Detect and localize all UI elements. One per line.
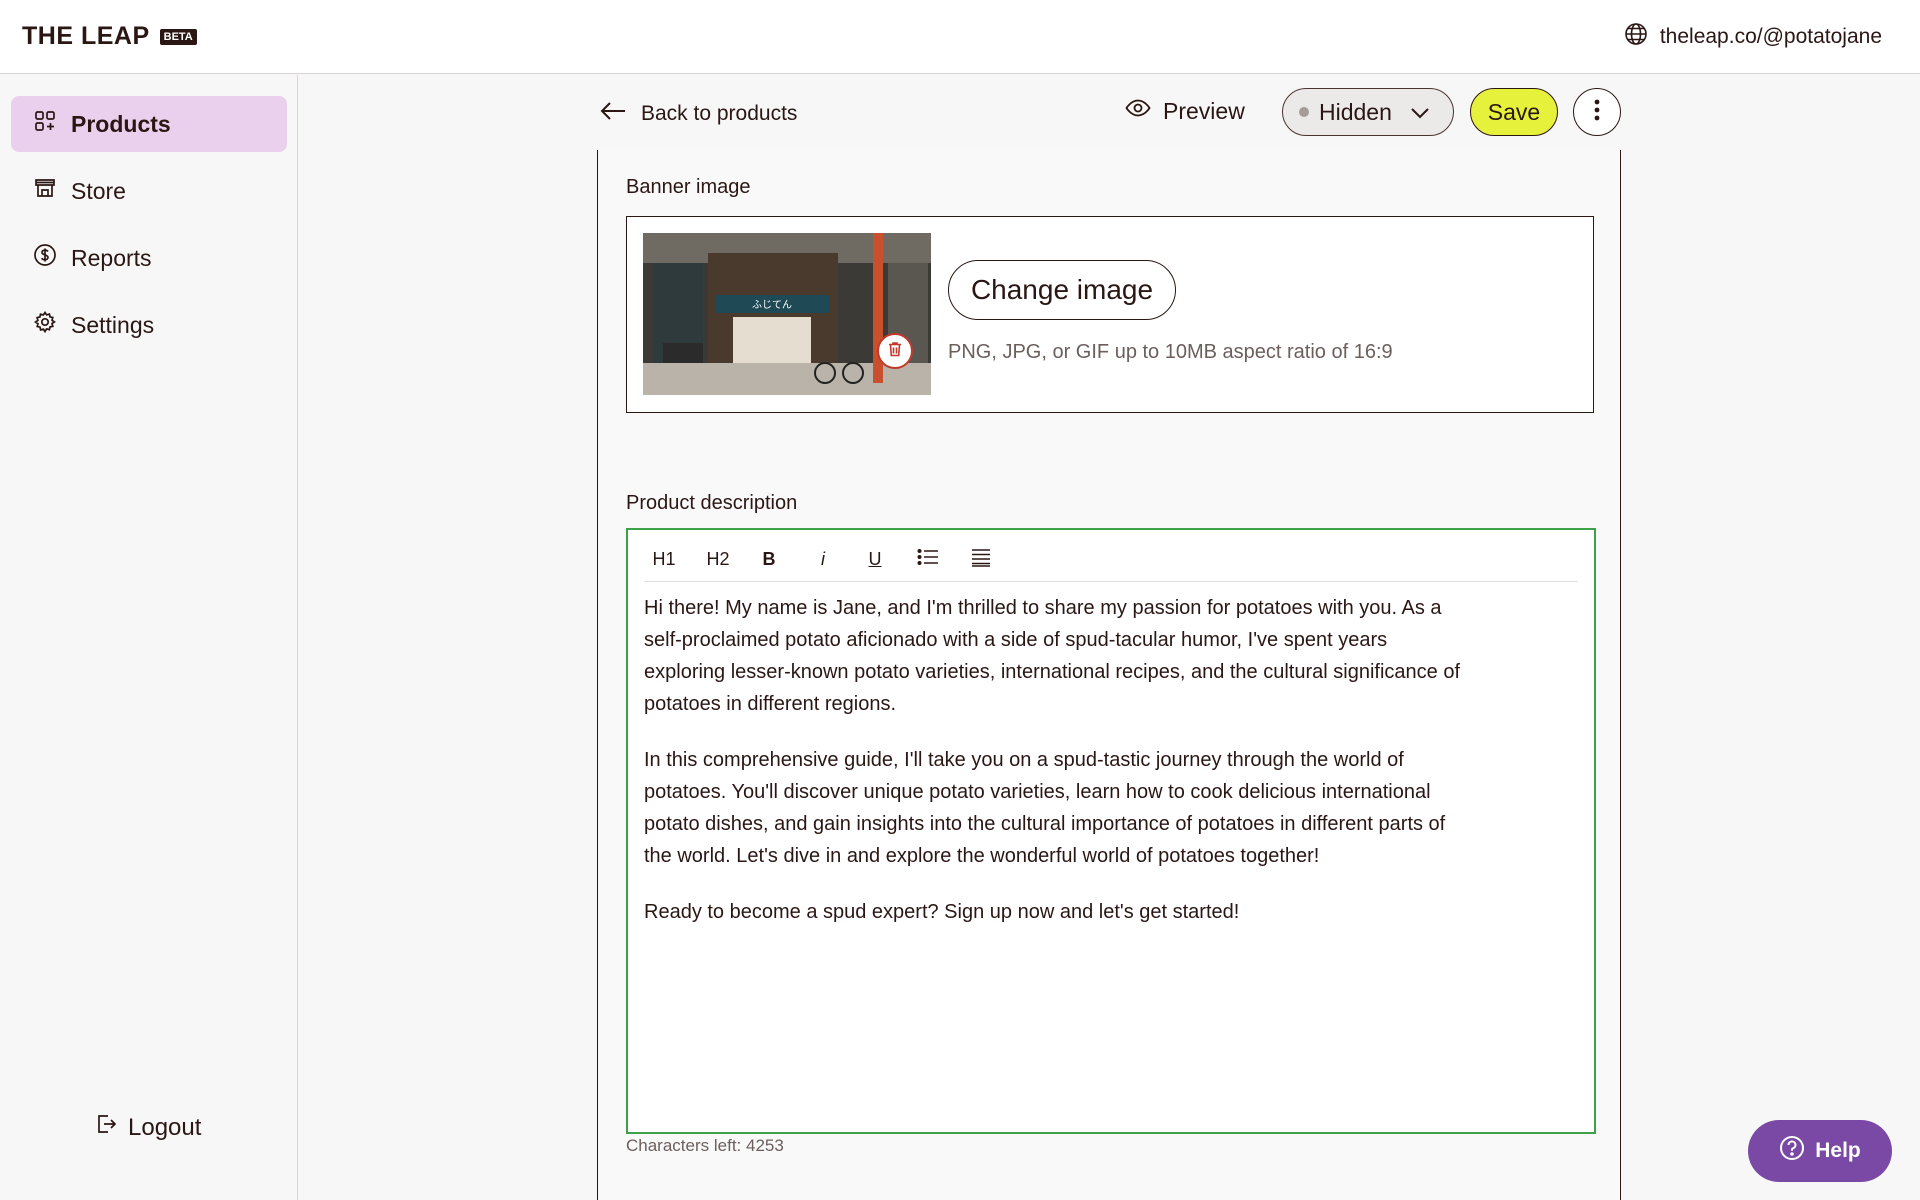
- sidebar-item-settings[interactable]: Settings: [11, 297, 287, 353]
- delete-image-button[interactable]: [877, 333, 913, 369]
- description-paragraph: Ready to become a spud expert? Sign up n…: [644, 901, 1240, 923]
- more-options-button[interactable]: [1573, 88, 1621, 136]
- eye-icon: [1125, 97, 1151, 125]
- align-justify-icon: [970, 547, 992, 572]
- back-to-products-link[interactable]: Back to products: [599, 99, 797, 129]
- site-link[interactable]: theleap.co/@potatojane: [1624, 22, 1882, 52]
- change-image-button[interactable]: Change image: [948, 260, 1176, 320]
- sidebar: Products Store Reports Settings: [0, 75, 298, 1200]
- banner-image-thumbnail: ふじてん: [643, 233, 931, 395]
- logout-icon: [94, 1112, 118, 1143]
- bullet-list-button[interactable]: [911, 544, 945, 574]
- beta-badge: BETA: [159, 28, 197, 45]
- description-paragraph: Hi there! My name is Jane, and I'm thril…: [644, 597, 1461, 715]
- status-dot: [1299, 107, 1309, 117]
- preview-label: Preview: [1163, 97, 1245, 124]
- bullet-list-icon: [917, 548, 939, 571]
- grid-plus-icon: [33, 109, 57, 139]
- help-button[interactable]: Help: [1748, 1120, 1892, 1182]
- visibility-select[interactable]: Hidden: [1282, 88, 1454, 136]
- italic-button[interactable]: i: [806, 544, 840, 574]
- description-editor[interactable]: H1 H2 B i U Hi there! My name is Jane, a…: [626, 528, 1596, 1134]
- svg-text:ふじてん: ふじてん: [752, 299, 792, 311]
- visibility-value: Hidden: [1319, 98, 1392, 125]
- sidebar-item-products[interactable]: Products: [11, 96, 287, 152]
- editor-header: Back to products Preview Hidden Save: [299, 75, 1920, 150]
- globe-icon: [1624, 22, 1648, 52]
- editor-toolbar: H1 H2 B i U: [644, 544, 1578, 582]
- underline-button[interactable]: U: [858, 544, 892, 574]
- h1-button[interactable]: H1: [644, 544, 684, 574]
- upload-hint: PNG, JPG, or GIF up to 10MB aspect ratio…: [948, 341, 1393, 363]
- bold-button[interactable]: B: [752, 544, 786, 574]
- logout-label: Logout: [128, 1113, 202, 1141]
- help-label: Help: [1815, 1139, 1861, 1162]
- more-vertical-icon: [1593, 98, 1601, 127]
- logo-text: THE LEAP: [22, 22, 150, 50]
- sidebar-item-label: Store: [71, 177, 126, 204]
- characters-left-counter: Characters left: 4253: [626, 1136, 784, 1155]
- sidebar-item-reports[interactable]: Reports: [11, 230, 287, 286]
- dollar-circle-icon: [33, 243, 57, 273]
- product-description-label: Product description: [626, 492, 798, 514]
- sidebar-item-label: Reports: [71, 244, 152, 271]
- save-button[interactable]: Save: [1470, 88, 1558, 136]
- site-link-text: theleap.co/@potatojane: [1659, 25, 1882, 48]
- editor-content[interactable]: Hi there! My name is Jane, and I'm thril…: [644, 592, 1464, 952]
- align-justify-button[interactable]: [964, 544, 998, 574]
- preview-button[interactable]: Preview: [1125, 97, 1245, 125]
- trash-icon: [886, 340, 904, 363]
- logo[interactable]: THE LEAP BETA: [22, 22, 197, 51]
- banner-image-box: ふじてん Change image PNG, JPG, or GIF up to…: [626, 216, 1594, 413]
- storefront-icon: [33, 176, 57, 206]
- arrow-left-icon: [599, 99, 627, 129]
- back-label: Back to products: [641, 102, 798, 125]
- product-editor-card: Banner image ふじてん Change image PNG, JPG,…: [597, 150, 1621, 1200]
- sidebar-item-store[interactable]: Store: [11, 163, 287, 219]
- logout-button[interactable]: Logout: [94, 1112, 201, 1143]
- top-bar: THE LEAP BETA theleap.co/@potatojane: [0, 0, 1920, 74]
- h2-button[interactable]: H2: [698, 544, 738, 574]
- sidebar-item-label: Settings: [71, 311, 155, 338]
- description-paragraph: In this comprehensive guide, I'll take y…: [644, 749, 1446, 867]
- gear-icon: [33, 310, 57, 340]
- banner-image-label: Banner image: [626, 176, 751, 198]
- chevron-down-icon: [1410, 99, 1430, 126]
- sidebar-item-label: Products: [71, 110, 171, 137]
- question-circle-icon: [1779, 1135, 1805, 1167]
